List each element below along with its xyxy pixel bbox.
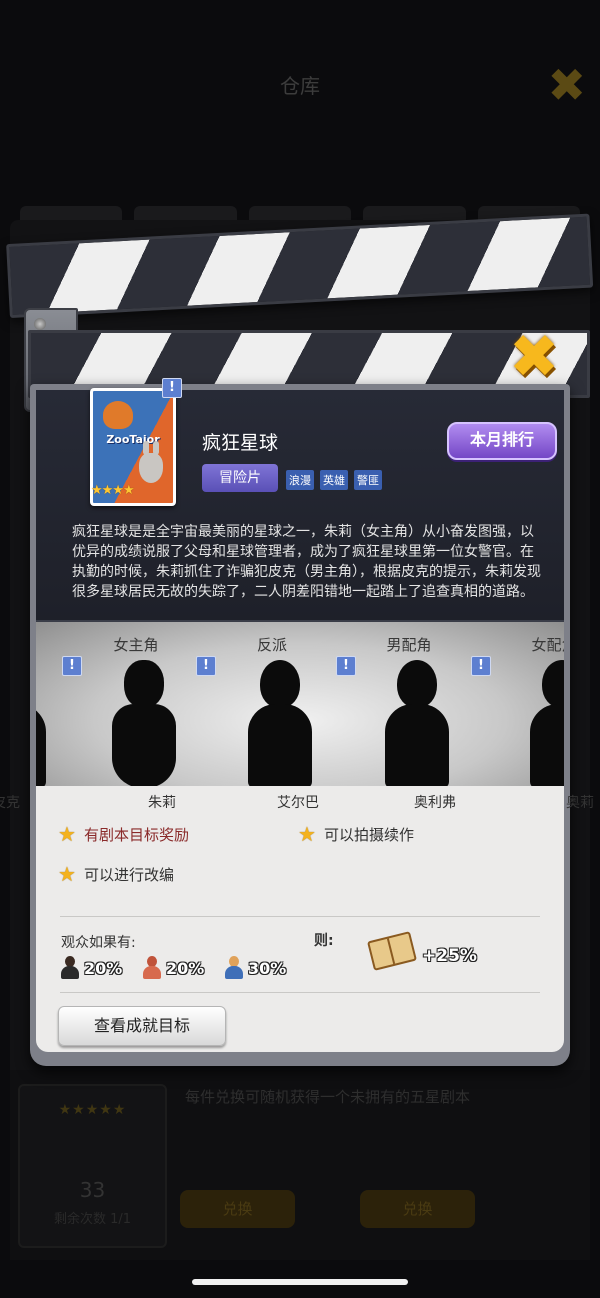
cast-info-icon[interactable]: ! [471, 656, 491, 676]
background-card-stars: ★★★★★ [58, 1102, 127, 1118]
feature-item: ★ 有剧本目标奖励 [58, 822, 189, 846]
audience-male: 20% [60, 956, 122, 980]
cast-names-row: 皮克 朱莉 艾尔巴 奥利弗 奥莉 [0, 792, 594, 812]
male-audience-icon [60, 956, 80, 980]
star-icon: ★ [58, 822, 76, 846]
cast-member[interactable]: 女主角 [76, 622, 196, 786]
background-header: 仓库 ✖ [0, 40, 600, 130]
feature-label: 可以进行改编 [83, 865, 174, 884]
close-icon[interactable]: ✖ [503, 322, 565, 392]
audience-percent: 20% [84, 958, 123, 978]
script-features-panel: 皮克 朱莉 艾尔巴 奥利弗 奥莉 ★ 有剧本目标奖励 ★ 可以拍摄续作 ★ 可以… [0, 786, 594, 1052]
synopsis-text[interactable]: 疯狂星球是是全宇宙最美丽的星球之一，朱莉（女主角）从小奋发图强，以优异的成绩说服… [72, 522, 542, 600]
genre-badge: 冒险片 [202, 464, 278, 492]
cast-name: 奥利弗 [414, 795, 456, 811]
female-audience-icon [142, 956, 162, 980]
background-close-icon: ✖ [547, 58, 586, 112]
cast-name: 皮克 [0, 795, 20, 811]
genre-tag: 警匪 [354, 470, 382, 490]
view-achievements-button[interactable]: 查看成就目标 [58, 1006, 226, 1046]
genre-tag: 浪漫 [286, 470, 314, 490]
background-title: 仓库 [280, 74, 320, 98]
script-header: ZooTaior ★★★★ ! 疯狂星球 本月排行 冒险片 浪漫 英雄 警匪 疯… [36, 378, 564, 622]
audience-percent: 30% [248, 958, 287, 978]
monthly-ranking-button[interactable]: 本月排行 [447, 422, 557, 460]
feature-label: 可以拍摄续作 [323, 825, 414, 844]
fox-icon [103, 401, 133, 429]
movie-poster: ZooTaior ★★★★ [90, 388, 176, 506]
silhouette-icon [112, 660, 176, 786]
background-bottom-panel: ★★★★★ 33 剩余次数 1/1 每件兑换可随机获得一个未拥有的五星剧本 兑换… [10, 1070, 590, 1260]
cast-role: 女配角 [531, 636, 564, 654]
star-icon: ★ [298, 822, 316, 846]
background-description: 每件兑换可随机获得一个未拥有的五星剧本 [185, 1088, 471, 1106]
movie-title: 疯狂星球 [202, 432, 279, 454]
divider [60, 992, 540, 993]
bunny-ear [153, 441, 159, 455]
cast-strip[interactable]: 男主角 ! 女主角 ! 反派 ! 男配角 ! 女配角 [36, 622, 564, 786]
audience-label: 观众如果有: [61, 935, 136, 951]
cast-member[interactable]: 男主角 [36, 622, 66, 786]
genre-tags: 浪漫 英雄 警匪 [286, 470, 382, 490]
audience-young: 30% [224, 956, 286, 980]
cast-name: 奥莉 [566, 795, 594, 811]
poster-info-icon[interactable]: ! [162, 378, 182, 398]
background-left-button: 兑换 [180, 1190, 295, 1228]
cast-member[interactable]: 男配角 [349, 622, 469, 786]
star-icon: ★ [58, 862, 76, 886]
bonus-value: +25% [422, 946, 477, 966]
young-audience-icon [224, 956, 244, 980]
poster-logo: ZooTaior [106, 433, 160, 446]
feature-item: ★ 可以拍摄续作 [298, 822, 414, 846]
cast-name: 朱莉 [148, 795, 176, 811]
poster-star-rating: ★★★★ [91, 483, 135, 498]
cast-role: 反派 [256, 636, 287, 654]
cast-role: 男配角 [386, 636, 432, 654]
silhouette-icon [530, 660, 564, 786]
background-script-card: ★★★★★ 33 剩余次数 1/1 [18, 1084, 167, 1248]
then-label: 则: [314, 933, 334, 949]
silhouette-icon [36, 660, 46, 786]
genre-tag: 英雄 [320, 470, 348, 490]
cast-member[interactable]: 反派 [212, 622, 332, 786]
divider [60, 916, 540, 917]
silhouette-icon [248, 660, 312, 786]
silhouette-icon [385, 660, 449, 786]
cast-member[interactable]: 女配角 [494, 622, 564, 786]
bunny-ear [143, 441, 149, 455]
bunny-icon [139, 441, 163, 483]
cast-role: 女主角 [113, 636, 159, 654]
audience-percent: 20% [166, 958, 205, 978]
book-icon [367, 931, 417, 971]
audience-female: 20% [142, 956, 204, 980]
cast-role: 男主角 [36, 634, 66, 655]
background-card-count: 33 [79, 1178, 106, 1202]
background-right-button: 兑换 [360, 1190, 475, 1228]
feature-item: ★ 可以进行改编 [58, 862, 174, 886]
screw-icon [34, 318, 46, 330]
background-card-text: 剩余次数 1/1 [53, 1212, 132, 1227]
home-indicator[interactable] [192, 1279, 408, 1285]
cast-name: 艾尔巴 [277, 795, 319, 811]
feature-label: 有剧本目标奖励 [83, 825, 189, 844]
script-detail-card: ZooTaior ★★★★ ! 疯狂星球 本月排行 冒险片 浪漫 英雄 警匪 疯… [0, 378, 594, 1066]
